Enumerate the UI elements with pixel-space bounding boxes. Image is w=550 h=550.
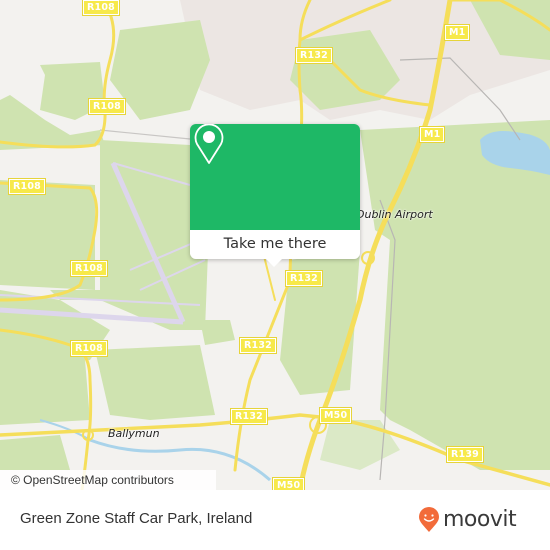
road-shield-r132: R132 [295, 47, 333, 64]
road-shield-m50: M50 [318, 407, 353, 424]
destination-popup[interactable]: Take me there [190, 124, 360, 267]
place-label-ballymun: Ballymun [108, 427, 160, 440]
road-shield-m1: M1 [418, 126, 446, 143]
green-area [200, 320, 235, 345]
road-shield-r108: R108 [70, 260, 108, 277]
location-title: Green Zone Staff Car Park, Ireland [20, 510, 253, 527]
green-area [0, 360, 90, 425]
road-shield-m1: M1 [443, 24, 471, 41]
map-pin-icon [194, 124, 224, 164]
green-area [95, 345, 215, 420]
map-view[interactable]: R108 R108 R108 R108 R108 R132 R132 R132 … [0, 0, 550, 490]
brand-name: moovit [443, 507, 517, 532]
green-area [110, 20, 210, 120]
road-shield-r132: R132 [285, 270, 323, 287]
take-me-there-button[interactable]: Take me there [190, 230, 360, 259]
road-shield-m50: M50 [271, 477, 306, 490]
place-label-dublin-airport: Dublin Airport [356, 208, 433, 221]
minor-road [99, 129, 201, 141]
green-area [360, 120, 550, 470]
moovit-logo[interactable]: moovit [418, 507, 517, 533]
road-shield-r139: R139 [446, 446, 484, 463]
road-shield-r108: R108 [82, 0, 120, 16]
green-area [0, 435, 70, 470]
popup-pointer [265, 258, 283, 267]
popup-header[interactable] [190, 124, 360, 230]
road-shield-r132: R132 [230, 408, 268, 425]
road-shield-r108: R108 [8, 178, 46, 195]
road-shield-r108: R108 [70, 340, 108, 357]
moovit-pin-icon [419, 507, 439, 532]
green-area [320, 420, 400, 470]
road-shield-r132: R132 [239, 337, 277, 354]
map-attribution[interactable]: © OpenStreetMap contributors [0, 470, 216, 490]
road-shield-r108: R108 [88, 98, 126, 115]
